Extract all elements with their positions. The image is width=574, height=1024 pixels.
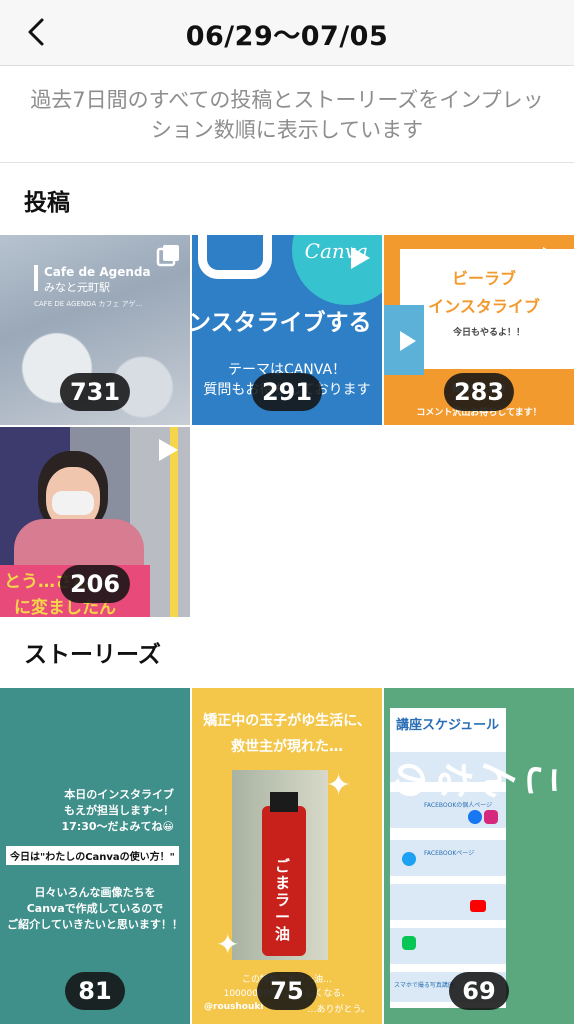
post-2-headline: ンスタライブする: [192, 310, 372, 336]
story-3-doc-title: 講座スケジュール: [396, 718, 500, 733]
post-1-title: Cafe de Agenda: [44, 265, 151, 279]
impression-count: 206: [59, 565, 131, 603]
twitter-icon: [402, 852, 416, 866]
top-nav-bar: 06/29〜07/05: [0, 0, 574, 66]
post-1-subtitle: みなと元町駅: [44, 281, 110, 294]
post-1-caption: CAFE DE AGENDA カフェ アゲ…: [34, 300, 143, 308]
story-thumbnail-2[interactable]: 矯正中の玉子がゆ生活に、 救世主が現れた… ごまラー油 ✦ ✦ この特製ごまラー…: [192, 688, 382, 1024]
post-thumbnail-1[interactable]: Cafe de Agenda みなと元町駅 CAFE DE AGENDA カフェ…: [0, 235, 190, 425]
story-1-body2: Canvaで作成しているので: [26, 902, 164, 915]
stories-section-title: ストーリーズ: [24, 642, 161, 668]
story-1-line1: 本日のインスタライブ: [64, 788, 174, 801]
impression-count: 81: [65, 972, 125, 1010]
youtube-icon: [470, 900, 486, 912]
story-thumbnail-1[interactable]: 本日のインスタライブ もえが担当します〜！ 17:30〜だよみてね😀 今日は"わ…: [0, 688, 190, 1024]
story-2-line1: 矯正中の玉子がゆ生活に、: [203, 713, 371, 729]
story-3-side-text: こんなのとか: [384, 760, 564, 799]
instagram-icon: [484, 810, 498, 824]
reel-play-icon: [351, 247, 370, 269]
story-2-footer3: …ありがとう。: [307, 1005, 370, 1015]
post-thumbnail-4[interactable]: とう…さん に変ましたん 206: [0, 427, 190, 617]
post-3-line3: 今日もやるよ！！: [452, 328, 525, 338]
line-icon: [402, 936, 416, 950]
story-3-row2: FACEBOOKページ: [424, 850, 475, 857]
multiple-images-icon: [156, 245, 179, 267]
sparkle-icon: ✦: [326, 768, 352, 803]
story-2-product: ごまラー油: [275, 857, 291, 943]
impression-count: 69: [449, 972, 509, 1010]
instagram-logo-icon: [198, 235, 272, 279]
reel-play-icon: [543, 247, 562, 269]
sparkle-icon: ✦: [216, 928, 240, 961]
impression-count: 283: [443, 373, 515, 411]
posts-section-title: 投稿: [24, 190, 70, 216]
story-1-highlight: 今日は"わたしのCanvaの使い方！": [6, 846, 179, 865]
impression-count: 75: [257, 972, 317, 1010]
post-3-line2: インスタライブ: [428, 297, 540, 316]
story-2-line2: 救世主が現れた…: [231, 739, 343, 755]
reel-play-icon: [159, 439, 178, 461]
story-1-body1: 日々いろんな画像たちを: [34, 886, 156, 899]
story-thumbnail-3[interactable]: 講座スケジュール FACEBOOKの個人ページ FACEBOOKページ スマホで…: [384, 688, 574, 1024]
post-thumbnail-3[interactable]: ビーラブ インスタライブ 今日もやるよ！！ 毎週月…カラ コメント沢山お待ちして…: [384, 235, 574, 425]
date-range-title: 06/29〜07/05: [185, 21, 389, 52]
impression-count: 731: [59, 373, 131, 411]
description-text: 過去7日間のすべての投稿とストーリーズをインプレッション数順に表示しています: [0, 67, 574, 163]
post-thumbnail-2[interactable]: Canva ンスタライブする テーマはCANVA！ 質問もお待ちしております 2…: [192, 235, 382, 425]
story-1-body3: ご紹介していきたいと思います！！: [7, 918, 183, 931]
story-2-handle: @roushouki: [204, 1002, 264, 1012]
facebook-icon: [468, 810, 482, 824]
impression-count: 291: [251, 373, 323, 411]
story-3-row3: スマホで撮る写真講座: [394, 982, 454, 989]
story-1-line2: もえが担当します〜！: [64, 804, 174, 817]
story-1-line3: 17:30〜だよみてね😀: [61, 820, 174, 833]
